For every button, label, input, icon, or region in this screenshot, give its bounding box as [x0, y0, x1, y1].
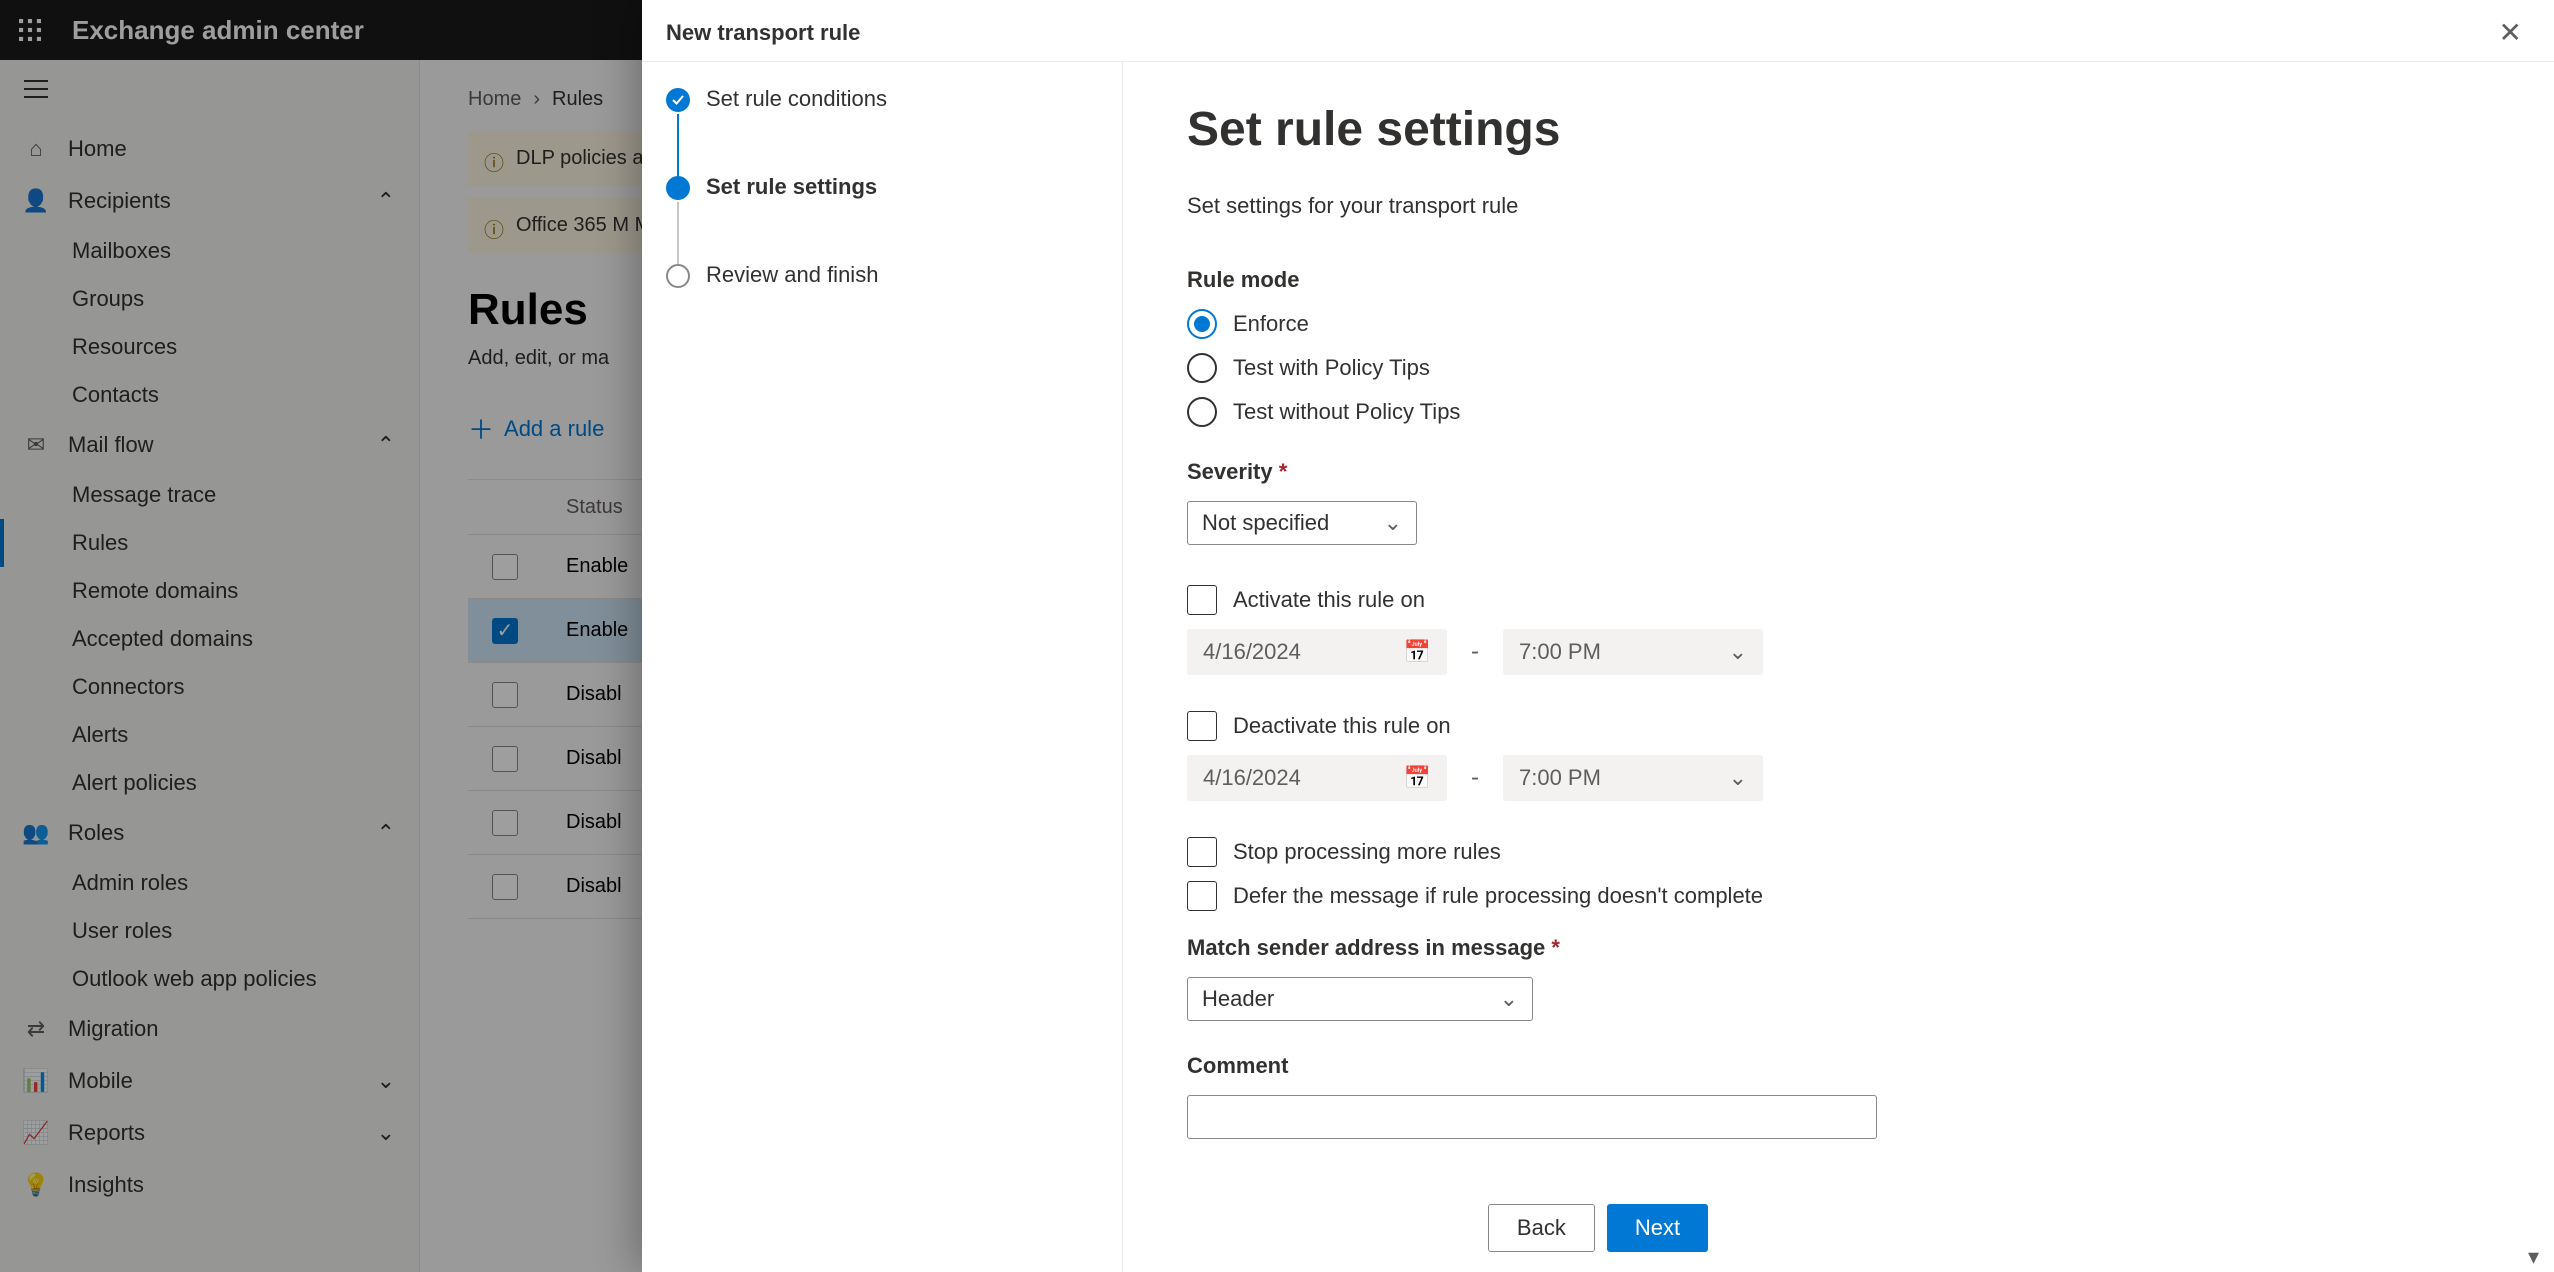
wizard-footer: Back Next: [642, 1188, 2554, 1272]
radio-label: Test without Policy Tips: [1233, 399, 1460, 425]
select-value: Not specified: [1202, 510, 1329, 536]
step-label: Set rule conditions: [706, 86, 887, 112]
checkbox-label: Deactivate this rule on: [1233, 713, 1451, 739]
back-button[interactable]: Back: [1488, 1204, 1595, 1252]
close-icon: ✕: [2499, 17, 2522, 48]
select-value: Header: [1202, 986, 1274, 1012]
checkbox-icon: [1187, 585, 1217, 615]
step-connector: [677, 202, 679, 264]
chevron-down-icon: ⌄: [1729, 765, 1747, 791]
time-value: 7:00 PM: [1519, 765, 1601, 791]
checkbox-icon: [1187, 881, 1217, 911]
radio-icon: [1187, 353, 1217, 383]
step-dot-current-icon: [666, 176, 690, 200]
range-separator: -: [1471, 638, 1479, 666]
chevron-down-icon: ⌄: [1500, 986, 1518, 1012]
activate-date-input[interactable]: 4/16/2024 📅: [1187, 629, 1447, 675]
rule-mode-test-no-tips[interactable]: Test without Policy Tips: [1187, 397, 2490, 427]
radio-icon: [1187, 397, 1217, 427]
next-button[interactable]: Next: [1607, 1204, 1708, 1252]
radio-label: Enforce: [1233, 311, 1309, 337]
calendar-icon: 📅: [1404, 639, 1431, 665]
severity-select[interactable]: Not specified ⌄: [1187, 501, 1417, 545]
deactivate-date-input[interactable]: 4/16/2024 📅: [1187, 755, 1447, 801]
checkbox-label: Activate this rule on: [1233, 587, 1425, 613]
step-label: Review and finish: [706, 262, 878, 288]
form-column: Set rule settings Set settings for your …: [1122, 62, 2554, 1272]
deactivate-checkbox[interactable]: Deactivate this rule on: [1187, 711, 2490, 741]
time-value: 7:00 PM: [1519, 639, 1601, 665]
comment-label: Comment: [1187, 1053, 2490, 1079]
checkbox-label: Defer the message if rule processing doe…: [1233, 883, 1763, 909]
radio-icon: [1187, 309, 1217, 339]
checkbox-icon: [1187, 837, 1217, 867]
rule-mode-enforce[interactable]: Enforce: [1187, 309, 2490, 339]
radio-label: Test with Policy Tips: [1233, 355, 1430, 381]
range-separator: -: [1471, 764, 1479, 792]
flyout-header: New transport rule ✕: [642, 0, 2554, 61]
wizard-stepper: Set rule conditions Set rule settings Re…: [642, 62, 1122, 1272]
new-rule-flyout: New transport rule ✕ Set rule conditions…: [642, 0, 2554, 1272]
deactivate-time-input[interactable]: 7:00 PM ⌄: [1503, 755, 1763, 801]
form-description: Set settings for your transport rule: [1187, 193, 2490, 219]
chevron-down-icon: ⌄: [1384, 510, 1402, 536]
checkbox-label: Stop processing more rules: [1233, 839, 1501, 865]
activate-checkbox[interactable]: Activate this rule on: [1187, 585, 2490, 615]
check-icon: [672, 94, 684, 106]
close-button[interactable]: ✕: [2491, 12, 2530, 53]
step-dot-done-icon: [666, 88, 690, 112]
date-value: 4/16/2024: [1203, 765, 1301, 791]
checkbox-icon: [1187, 711, 1217, 741]
defer-checkbox[interactable]: Defer the message if rule processing doe…: [1187, 881, 2490, 911]
severity-label: Severity *: [1187, 459, 2490, 485]
step-label: Set rule settings: [706, 174, 877, 200]
calendar-icon: 📅: [1404, 765, 1431, 791]
rule-mode-test-tips[interactable]: Test with Policy Tips: [1187, 353, 2490, 383]
match-sender-select[interactable]: Header ⌄: [1187, 977, 1533, 1021]
stop-processing-checkbox[interactable]: Stop processing more rules: [1187, 837, 2490, 867]
step-dot-future-icon: [666, 264, 690, 288]
activate-time-input[interactable]: 7:00 PM ⌄: [1503, 629, 1763, 675]
step-settings[interactable]: Set rule settings: [666, 174, 1098, 262]
form-title: Set rule settings: [1187, 102, 2490, 157]
date-value: 4/16/2024: [1203, 639, 1301, 665]
chevron-down-icon: ⌄: [1729, 639, 1747, 665]
step-review[interactable]: Review and finish: [666, 262, 1098, 288]
step-connector: [677, 114, 679, 176]
match-sender-label: Match sender address in message *: [1187, 935, 2490, 961]
comment-input[interactable]: [1187, 1095, 1877, 1139]
step-conditions[interactable]: Set rule conditions: [666, 86, 1098, 174]
rule-mode-label: Rule mode: [1187, 267, 2490, 293]
flyout-title: New transport rule: [666, 20, 860, 46]
